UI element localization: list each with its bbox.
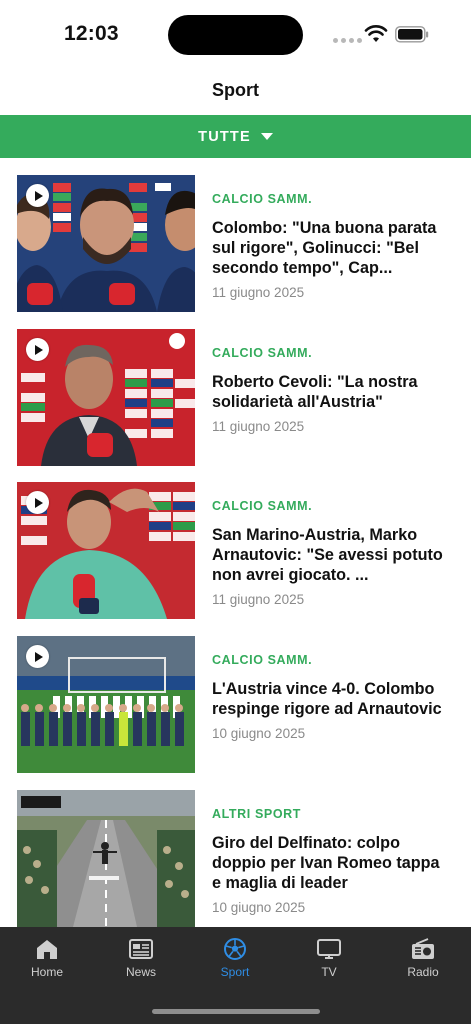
- news-thumbnail: [17, 175, 195, 312]
- news-headline: Giro del Delfinato: colpo doppio per Iva…: [212, 834, 440, 892]
- tab-label: Radio: [407, 965, 439, 979]
- home-icon: [37, 940, 57, 959]
- news-thumbnail: [17, 790, 195, 927]
- cellular-signal-icon: [333, 38, 362, 43]
- play-icon: [26, 645, 49, 668]
- news-date: 11 giugno 2025: [212, 419, 305, 434]
- news-headline: Colombo: "Una buona parata sul rigore", …: [212, 219, 437, 277]
- status-bar: 12:03: [0, 0, 471, 70]
- play-icon: [26, 491, 49, 514]
- radio-icon: [412, 938, 434, 959]
- dynamic-island: [168, 15, 303, 55]
- filter-label: TUTTE: [198, 128, 251, 145]
- news-text: ALTRI SPORT Giro del Delfinato: colpo do…: [212, 807, 452, 915]
- news-category: CALCIO SAMM.: [212, 499, 313, 513]
- news-item[interactable]: CALCIO SAMM. Roberto Cevoli: "La nostra …: [17, 329, 457, 466]
- tab-label: TV: [321, 965, 337, 979]
- news-thumbnail: [17, 636, 195, 773]
- news-item[interactable]: CALCIO SAMM. Colombo: "Una buona parata …: [17, 175, 457, 312]
- caret-down-icon: [260, 133, 273, 140]
- news-headline: L'Austria vince 4-0. Colombo respinge ri…: [212, 680, 442, 718]
- news-headline: Roberto Cevoli: "La nostra solidarietà a…: [212, 373, 418, 411]
- news-thumbnail: [17, 482, 195, 619]
- tab-news[interactable]: News: [106, 937, 176, 979]
- news-date: 10 giugno 2025: [212, 726, 306, 741]
- news-text: CALCIO SAMM. L'Austria vince 4-0. Colomb…: [212, 653, 452, 741]
- news-category: CALCIO SAMM.: [212, 192, 313, 206]
- news-category: ALTRI SPORT: [212, 807, 302, 821]
- news-category: CALCIO SAMM.: [212, 653, 313, 667]
- news-date: 11 giugno 2025: [212, 592, 305, 607]
- news-date: 10 giugno 2025: [212, 900, 306, 915]
- news-date: 11 giugno 2025: [212, 285, 305, 300]
- tab-label: Sport: [220, 965, 250, 979]
- tab-sport[interactable]: Sport: [200, 937, 270, 979]
- news-headline: San Marino-Austria, Marko Arnautovic: "S…: [212, 526, 443, 584]
- tab-home[interactable]: Home: [12, 937, 82, 979]
- play-icon: [26, 184, 49, 207]
- news-thumbnail: [17, 329, 195, 466]
- newspaper-icon: [129, 939, 153, 959]
- play-icon: [26, 338, 49, 361]
- tab-tv[interactable]: TV: [294, 937, 364, 979]
- news-category: CALCIO SAMM.: [212, 346, 313, 360]
- news-item[interactable]: CALCIO SAMM. San Marino-Austria, Marko A…: [17, 482, 457, 619]
- news-text: CALCIO SAMM. Colombo: "Una buona parata …: [212, 192, 452, 300]
- battery-icon: [395, 26, 429, 43]
- tab-label: Home: [30, 965, 63, 979]
- soccer-ball-icon: [224, 938, 246, 960]
- tab-label: News: [125, 965, 156, 979]
- wifi-icon: [364, 25, 388, 42]
- news-item[interactable]: CALCIO SAMM. L'Austria vince 4-0. Colomb…: [17, 636, 457, 773]
- home-indicator[interactable]: [152, 1009, 320, 1014]
- tab-radio[interactable]: Radio: [388, 937, 458, 979]
- status-time: 12:03: [64, 22, 119, 45]
- news-text: CALCIO SAMM. San Marino-Austria, Marko A…: [212, 499, 452, 607]
- tv-icon: [317, 939, 341, 959]
- category-filter-dropdown[interactable]: TUTTE: [0, 115, 471, 158]
- news-item[interactable]: ALTRI SPORT Giro del Delfinato: colpo do…: [17, 790, 457, 927]
- page-title: Sport: [212, 80, 259, 100]
- news-text: CALCIO SAMM. Roberto Cevoli: "La nostra …: [212, 346, 452, 434]
